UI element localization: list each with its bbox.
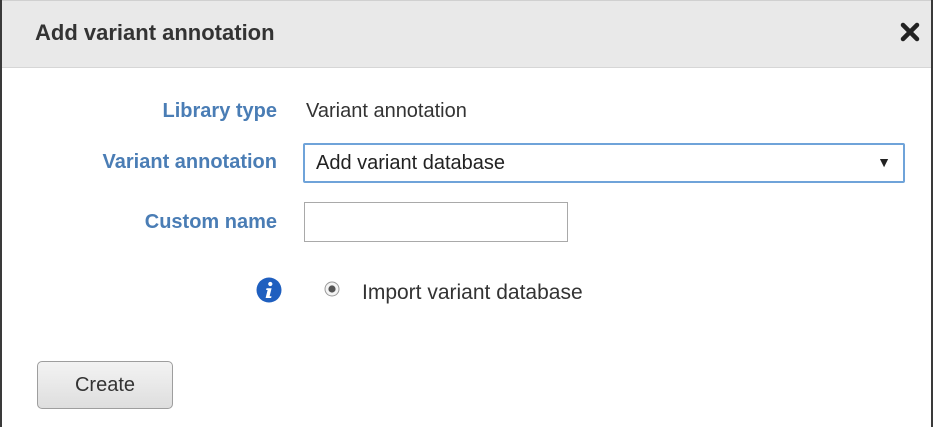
variant-annotation-label: Variant annotation [102,151,277,173]
custom-name-input[interactable] [304,202,568,242]
info-icon[interactable] [256,277,282,303]
import-variant-database-radio[interactable] [324,281,340,297]
custom-name-label: Custom name [144,211,277,233]
variant-annotation-select[interactable]: Add variant database ▼ [303,143,905,183]
variant-annotation-selected-value: Add variant database [316,152,506,174]
dialog-titlebar: Add variant annotation [2,0,931,68]
create-button[interactable]: Create [37,361,173,409]
import-variant-database-label[interactable]: Import variant database [362,281,583,305]
library-type-value: Variant annotation [306,100,467,122]
add-variant-annotation-dialog: Add variant annotation Library type Vari… [0,0,933,427]
dialog-title: Add variant annotation [35,20,275,45]
library-type-label: Library type [162,100,277,122]
close-icon[interactable] [899,21,921,43]
dropdown-arrow-icon: ▼ [877,154,891,170]
